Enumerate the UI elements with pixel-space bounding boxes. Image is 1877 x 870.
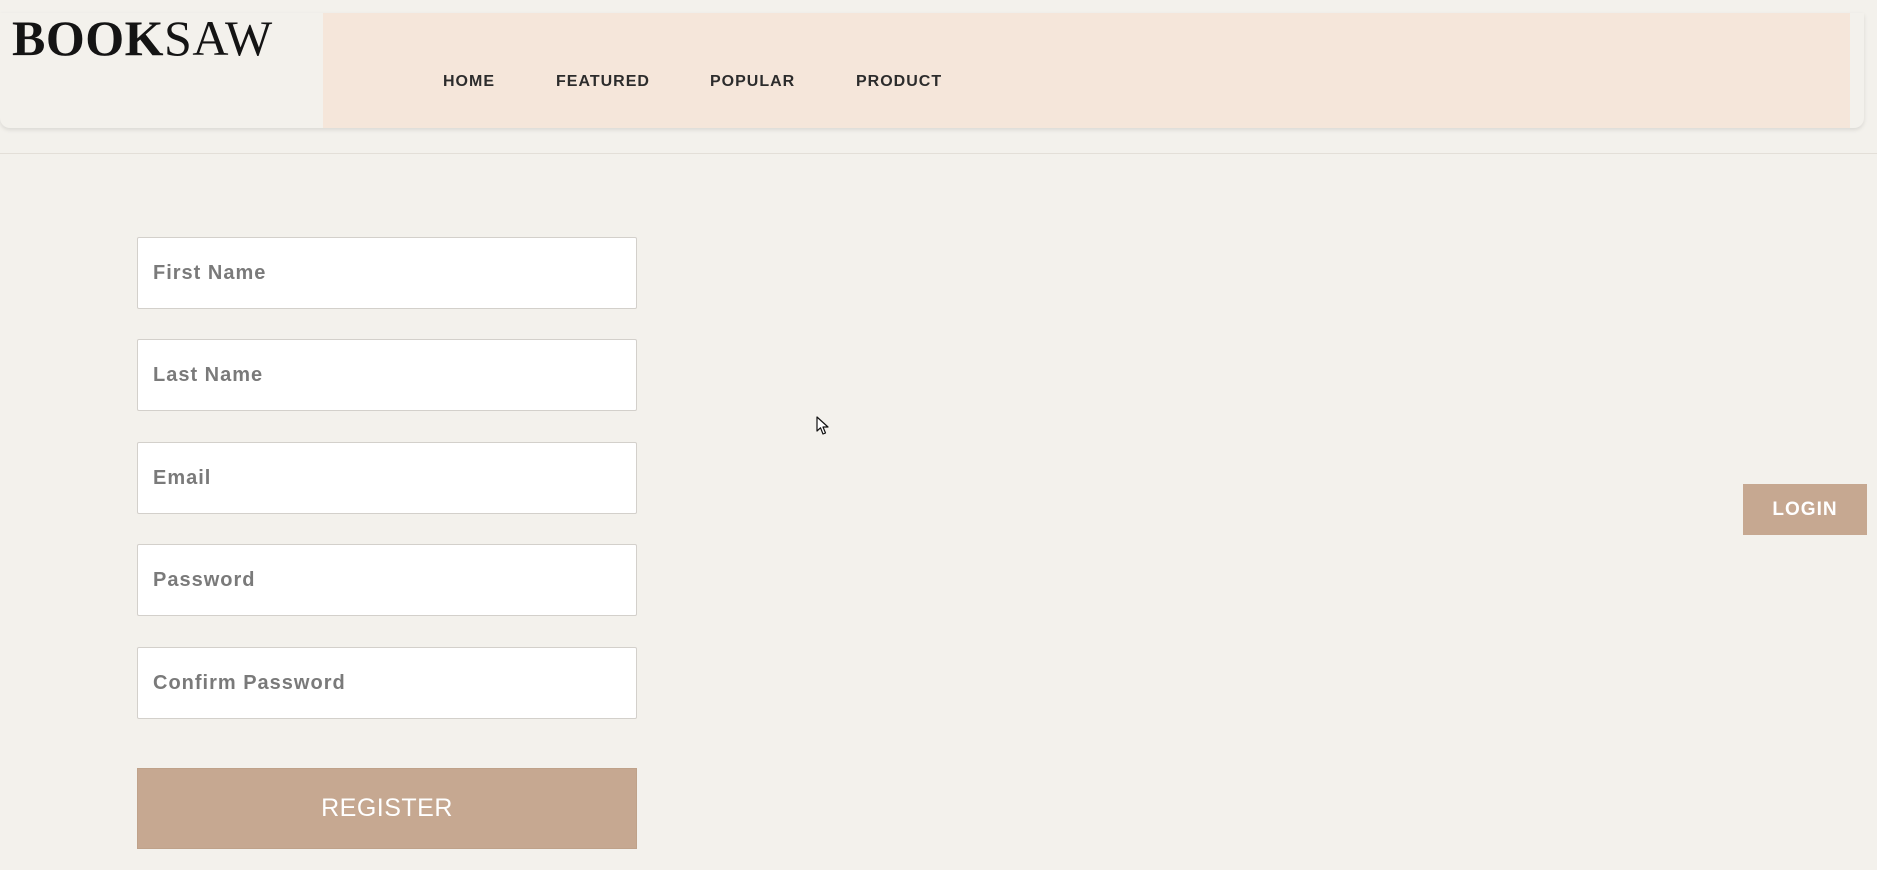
brand-logo-light: SAW: [164, 10, 273, 66]
nav-item-popular[interactable]: POPULAR: [710, 73, 795, 91]
main-nav: HOME FEATURED POPULAR PRODUCT: [323, 13, 1850, 128]
nav-item-product[interactable]: PRODUCT: [856, 73, 942, 91]
confirm-password-input[interactable]: [137, 647, 637, 719]
brand-logo[interactable]: BOOKSAW: [12, 13, 273, 63]
site-header: BOOKSAW HOME FEATURED POPULAR PRODUCT: [0, 13, 1864, 128]
login-button[interactable]: LOGIN: [1743, 484, 1867, 535]
nav-item-home[interactable]: HOME: [443, 73, 495, 91]
register-button[interactable]: REGISTER: [137, 768, 637, 849]
nav-item-featured[interactable]: FEATURED: [556, 73, 650, 91]
brand-logo-bold: BOOK: [12, 10, 165, 66]
header-divider: [0, 153, 1877, 154]
page: BOOKSAW HOME FEATURED POPULAR PRODUCT RE…: [0, 0, 1877, 870]
mouse-pointer-icon: [816, 416, 829, 435]
email-input[interactable]: [137, 442, 637, 514]
first-name-input[interactable]: [137, 237, 637, 309]
password-input[interactable]: [137, 544, 637, 616]
last-name-input[interactable]: [137, 339, 637, 411]
